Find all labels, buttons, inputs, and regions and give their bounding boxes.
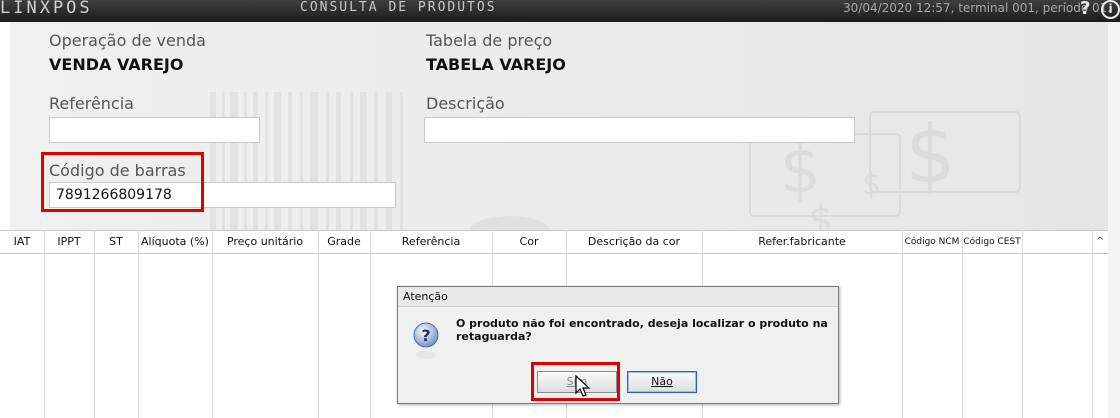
codigo-barras-highlight — [41, 152, 204, 212]
grid-header: IAT IPPT ST Alíquota (%) Preço unitário … — [0, 230, 1108, 254]
column-divider — [962, 230, 963, 418]
column-header[interactable]: Alíquota (%) — [138, 231, 212, 253]
operacao-label: Operação de venda — [49, 31, 206, 50]
tabela-label: Tabela de preço — [426, 31, 553, 50]
column-header[interactable]: ST — [94, 231, 138, 253]
operacao-value: VENDA VAREJO — [49, 55, 184, 74]
column-divider — [44, 230, 45, 418]
vertical-scrollbar[interactable] — [1108, 22, 1120, 418]
column-header[interactable]: Código CEST — [962, 231, 1022, 253]
question-icon: ? — [413, 322, 439, 359]
scroll-up-icon[interactable]: ^ — [1096, 236, 1104, 247]
dialog-message: O produto não foi encontrado, deseja loc… — [456, 317, 828, 343]
info-icon[interactable]: i — [1101, 0, 1120, 19]
column-header[interactable]: Referência — [370, 231, 492, 253]
svg-text:$: $ — [905, 108, 956, 201]
referencia-label: Referência — [49, 94, 134, 113]
column-divider — [94, 230, 95, 418]
column-header[interactable]: IPPT — [44, 231, 94, 253]
confirm-dialog: Atenção ? O produto não foi encontrado, … — [397, 286, 839, 404]
column-header[interactable]: Grade — [318, 231, 370, 253]
column-divider — [138, 230, 139, 418]
column-divider — [318, 230, 319, 418]
svg-text:?: ? — [421, 326, 430, 345]
svg-text:$: $ — [780, 134, 821, 208]
column-divider — [212, 230, 213, 418]
column-divider — [1022, 230, 1023, 418]
session-status: 30/04/2020 12:57, terminal 001, período … — [843, 1, 1112, 15]
help-icon[interactable]: ? — [1080, 0, 1090, 19]
descricao-input[interactable] — [424, 117, 855, 143]
svg-text:$: $ — [808, 198, 833, 230]
svg-text:$: $ — [862, 167, 881, 202]
column-divider — [370, 230, 371, 418]
title-bar: LINXPOS CONSULTA DE PRODUTOS 30/04/2020 … — [0, 0, 1120, 22]
column-header[interactable]: Refer.fabricante — [702, 231, 902, 253]
column-divider — [902, 230, 903, 418]
no-button[interactable]: Não — [627, 371, 697, 393]
search-form-panel: $ $ $ $ Operação de venda VENDA VAREJO T… — [10, 22, 1108, 230]
column-divider — [1092, 230, 1093, 418]
window-title: CONSULTA DE PRODUTOS — [300, 0, 497, 15]
yes-button-highlight — [531, 362, 620, 401]
column-header[interactable]: IAT — [0, 231, 44, 253]
descricao-label: Descrição — [426, 94, 505, 113]
tabela-value: TABELA VAREJO — [426, 55, 566, 74]
column-header[interactable]: Cor — [492, 231, 566, 253]
column-header[interactable]: Preço unitário — [212, 231, 318, 253]
referencia-input[interactable] — [49, 117, 260, 143]
column-header[interactable]: Descrição da cor — [566, 231, 702, 253]
dialog-title: Atenção — [398, 287, 838, 307]
column-header[interactable]: Código NCM — [902, 231, 962, 253]
app-logo: LINXPOS — [0, 0, 93, 18]
